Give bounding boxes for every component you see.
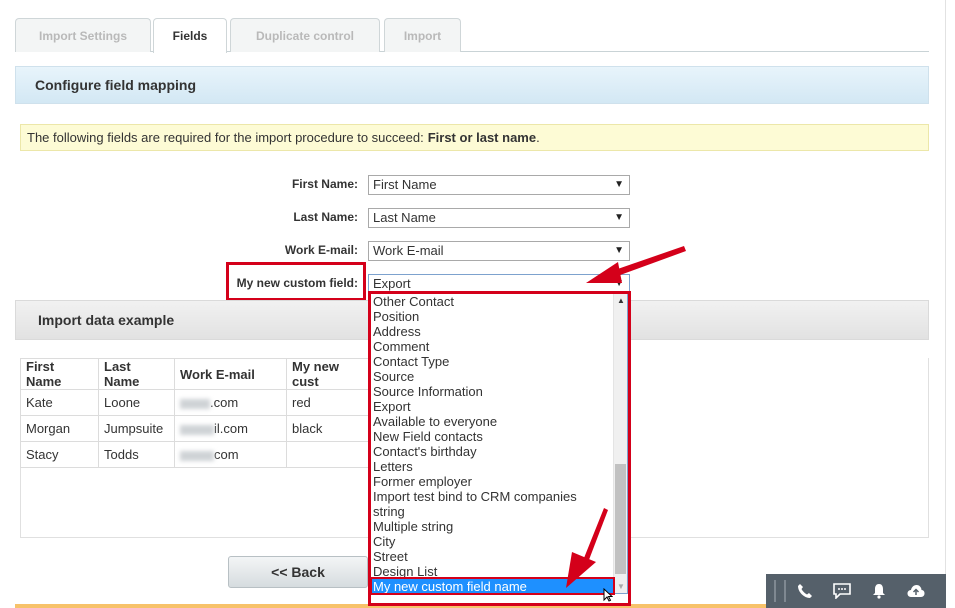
section-header-field-mapping: Configure field mapping: [15, 66, 929, 104]
dropdown-highlight: [368, 291, 631, 606]
selected-option-highlight: [370, 577, 615, 595]
cell-email: com: [174, 441, 287, 468]
column-header: First Name: [20, 358, 99, 390]
first-name-select[interactable]: First Name ▼: [368, 175, 630, 195]
table-row: Stacy Todds com: [20, 441, 369, 468]
bottom-toolbar: [766, 574, 946, 608]
field-label-last-name: Last Name:: [293, 210, 358, 224]
chat-icon[interactable]: [823, 583, 860, 599]
cell-first-name: Morgan: [20, 415, 99, 442]
tab-bar: Import Settings Fields Duplicate control…: [15, 18, 929, 53]
email-suffix: .com: [210, 395, 239, 410]
cell-first-name: Stacy: [20, 441, 99, 468]
cell-email: il.com: [174, 415, 287, 442]
field-label-custom-field: My new custom field:: [236, 276, 358, 290]
redacted-email: [180, 398, 210, 409]
field-label-first-name: First Name:: [291, 177, 358, 191]
section-title: Configure field mapping: [35, 77, 196, 93]
field-label-work-email: Work E-mail:: [284, 243, 358, 257]
select-value: Last Name: [373, 210, 436, 225]
select-value: First Name: [373, 177, 437, 192]
cell-email: .com: [174, 389, 287, 416]
dropdown-arrow-icon: ▼: [614, 179, 624, 190]
notice-suffix: .: [536, 130, 540, 145]
cell-custom: [286, 441, 369, 468]
tab-import-settings[interactable]: Import Settings: [15, 18, 151, 52]
redacted-email: [180, 424, 214, 435]
dropdown-arrow-icon: ▼: [614, 245, 624, 256]
table-row: Kate Loone .com red: [20, 389, 369, 416]
last-name-select[interactable]: Last Name ▼: [368, 208, 630, 228]
table-row: Morgan Jumpsuite il.com black: [20, 415, 369, 442]
toolbar-grip[interactable]: [774, 580, 786, 602]
required-fields-notice: The following fields are required for th…: [20, 124, 929, 151]
email-suffix: com: [214, 447, 239, 462]
cell-first-name: Kate: [20, 389, 99, 416]
select-value: Work E-mail: [373, 243, 444, 258]
back-button[interactable]: << Back: [228, 556, 368, 588]
column-header: Work E-mail: [174, 358, 287, 390]
tab-import[interactable]: Import: [384, 18, 461, 52]
cell-last-name: Loone: [98, 389, 175, 416]
select-value: Export: [373, 276, 411, 291]
dropdown-arrow-icon: ▼: [614, 212, 624, 223]
column-header: Last Name: [98, 358, 175, 390]
bell-icon[interactable]: [860, 583, 897, 599]
section-title: Import data example: [38, 312, 175, 328]
notice-text: The following fields are required for th…: [27, 130, 424, 145]
mouse-cursor-icon: [603, 587, 614, 605]
import-example-table: First Name Last Name Work E-mail My new …: [20, 358, 369, 468]
notice-required-fields: First or last name: [427, 130, 537, 145]
cloud-upload-icon[interactable]: [897, 584, 934, 598]
cell-custom: black: [286, 415, 369, 442]
email-suffix: il.com: [214, 421, 248, 436]
tab-fields[interactable]: Fields: [153, 18, 227, 53]
column-header: My new cust: [286, 358, 369, 390]
phone-icon[interactable]: [786, 583, 823, 599]
cell-custom: red: [286, 389, 369, 416]
page-edge: [945, 0, 946, 575]
redacted-email: [180, 450, 214, 461]
cell-last-name: Todds: [98, 441, 175, 468]
table-header-row: First Name Last Name Work E-mail My new …: [20, 358, 369, 390]
cell-last-name: Jumpsuite: [98, 415, 175, 442]
work-email-select[interactable]: Work E-mail ▼: [368, 241, 630, 261]
tab-duplicate-control[interactable]: Duplicate control: [230, 18, 380, 52]
